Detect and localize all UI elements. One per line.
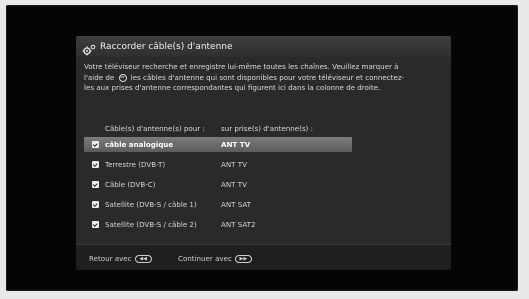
dialog-footer: Retour avec ◀◀ Continuer avec ▶▶: [76, 244, 451, 270]
cable-row-satellite-1[interactable]: Satellite (DVB-S / câble 1) ANT SAT: [84, 197, 352, 212]
fast-forward-key-icon: ▶▶: [234, 254, 252, 263]
antenna-cable-dialog: Raccorder câble(s) d'antenne Votre télév…: [76, 36, 451, 270]
rewind-key-icon: ◀◀: [134, 254, 152, 263]
column-header-cable: Câble(s) d'antenne(s) pour :: [105, 124, 205, 133]
description-line-2-start: l'aide de: [84, 72, 115, 82]
checkbox-checked-icon[interactable]: [92, 161, 99, 168]
cable-label: Satellite (DVB-S / câble 1): [105, 200, 197, 209]
cable-label: Terrestre (DVB-T): [105, 160, 166, 169]
description-line-2-end: les câbles d'antenne qui sont disponible…: [130, 72, 405, 82]
back-hint[interactable]: Retour avec ◀◀: [89, 254, 152, 263]
cable-row-terrestrial[interactable]: Terrestre (DVB-T) ANT TV: [84, 157, 352, 172]
cable-row-satellite-2[interactable]: Satellite (DVB-S / câble 2) ANT SAT2: [84, 217, 352, 232]
dialog-description: Votre téléviseur recherche et enregistre…: [84, 62, 446, 94]
antenna-port: ANT SAT2: [221, 220, 256, 229]
cable-row-cable[interactable]: Câble (DVB-C) ANT TV: [84, 177, 352, 192]
checkbox-checked-icon[interactable]: [92, 141, 99, 148]
ok-button-icon: [118, 73, 127, 83]
gears-icon: [82, 41, 96, 55]
cable-label: Câble (DVB-C): [105, 180, 156, 189]
antenna-port: ANT TV: [221, 140, 251, 149]
cable-label: câble analogique: [105, 140, 174, 149]
antenna-port: ANT TV: [221, 180, 247, 189]
dialog-title-bar: Raccorder câble(s) d'antenne: [76, 36, 451, 57]
dialog-title: Raccorder câble(s) d'antenne: [100, 41, 233, 52]
antenna-port: ANT SAT: [221, 200, 252, 209]
cable-row-analog[interactable]: câble analogique ANT TV: [84, 137, 352, 152]
checkbox-checked-icon[interactable]: [92, 201, 99, 208]
description-line-1: Votre téléviseur recherche et enregistre…: [84, 62, 399, 71]
cable-label: Satellite (DVB-S / câble 2): [105, 220, 197, 229]
back-label: Retour avec: [89, 254, 132, 263]
column-header-port: sur prise(s) d'antenne(s) :: [221, 124, 313, 133]
continue-hint[interactable]: Continuer avec ▶▶: [178, 254, 252, 263]
description-line-3: les aux prises d'antenne correspondantes…: [84, 83, 381, 92]
continue-label: Continuer avec: [178, 254, 232, 263]
antenna-port: ANT TV: [221, 160, 247, 169]
checkbox-checked-icon[interactable]: [92, 181, 99, 188]
description-line-2: l'aide de les câbles d'antenne qui sont …: [84, 73, 446, 84]
checkbox-checked-icon[interactable]: [92, 221, 99, 228]
